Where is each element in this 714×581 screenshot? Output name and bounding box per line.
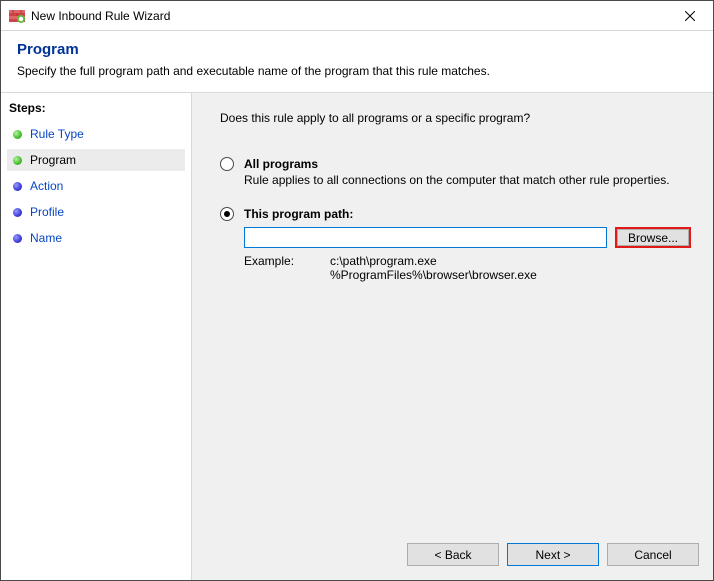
step-program[interactable]: Program — [7, 149, 185, 171]
window-title: New Inbound Rule Wizard — [31, 9, 667, 23]
cancel-button[interactable]: Cancel — [607, 543, 699, 566]
wizard-footer: < Back Next > Cancel — [407, 543, 699, 566]
step-profile[interactable]: Profile — [7, 201, 185, 223]
step-action[interactable]: Action — [7, 175, 185, 197]
step-label: Program — [30, 153, 76, 167]
option-label: This program path: — [244, 207, 353, 221]
steps-heading: Steps: — [9, 101, 185, 115]
content-pane: Does this rule apply to all programs or … — [192, 93, 713, 580]
page-title: Program — [17, 41, 697, 58]
radio-icon — [220, 207, 234, 221]
titlebar: New Inbound Rule Wizard — [1, 1, 713, 31]
radio-this-program[interactable]: This program path: — [220, 207, 691, 221]
step-bullet-icon — [13, 130, 22, 139]
radio-icon — [220, 157, 234, 171]
firewall-icon — [9, 8, 25, 24]
step-label: Name — [30, 231, 62, 245]
option-this-program: This program path: Browse... Example: c:… — [220, 207, 691, 282]
example-label: Example: — [244, 254, 302, 282]
next-button[interactable]: Next > — [507, 543, 599, 566]
steps-sidebar: Steps: Rule Type Program Action Profile … — [1, 93, 191, 580]
example-paths: c:\path\program.exe %ProgramFiles%\brows… — [330, 254, 537, 282]
step-bullet-icon — [13, 182, 22, 191]
page-header: Program Specify the full program path an… — [1, 31, 713, 92]
step-label: Rule Type — [30, 127, 84, 141]
wizard-window: New Inbound Rule Wizard Program Specify … — [0, 0, 714, 581]
page-subtitle: Specify the full program path and execut… — [17, 64, 697, 78]
close-button[interactable] — [667, 1, 713, 31]
example-block: Example: c:\path\program.exe %ProgramFil… — [244, 254, 691, 282]
program-path-input[interactable] — [244, 227, 607, 248]
option-description: Rule applies to all connections on the c… — [244, 173, 691, 187]
step-label: Action — [30, 179, 63, 193]
step-label: Profile — [30, 205, 64, 219]
close-icon — [685, 11, 695, 21]
step-bullet-icon — [13, 156, 22, 165]
browse-button[interactable]: Browse... — [615, 227, 691, 248]
step-bullet-icon — [13, 208, 22, 217]
step-bullet-icon — [13, 234, 22, 243]
radio-all-programs[interactable]: All programs — [220, 157, 691, 171]
option-label: All programs — [244, 157, 318, 171]
option-all-programs: All programs Rule applies to all connect… — [220, 157, 691, 187]
step-rule-type[interactable]: Rule Type — [7, 123, 185, 145]
back-button[interactable]: < Back — [407, 543, 499, 566]
body: Steps: Rule Type Program Action Profile … — [1, 93, 713, 580]
question-text: Does this rule apply to all programs or … — [220, 111, 691, 125]
step-name[interactable]: Name — [7, 227, 185, 249]
